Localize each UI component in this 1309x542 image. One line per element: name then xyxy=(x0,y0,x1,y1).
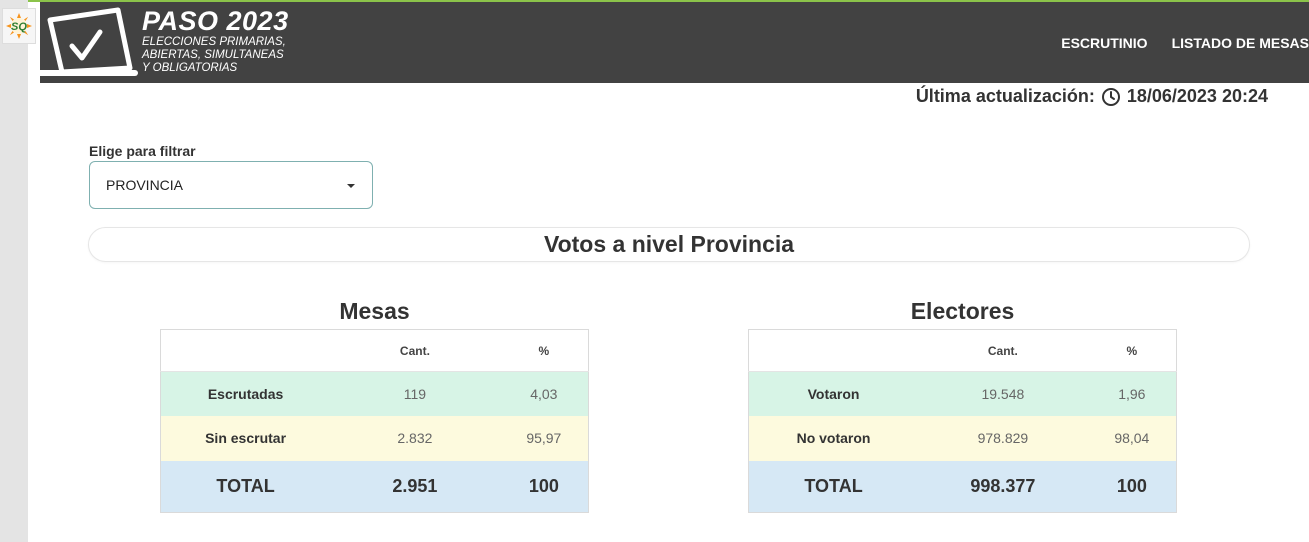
row-label: No votaron xyxy=(748,415,919,461)
table-row: Votaron 19.548 1,96 xyxy=(748,371,1177,416)
ballot-box-icon xyxy=(40,7,138,76)
row-pct: 100 xyxy=(1087,460,1177,513)
column-header xyxy=(748,329,919,372)
row-label: Votaron xyxy=(748,371,919,416)
chevron-down-icon xyxy=(347,184,355,188)
table-row: Sin escrutar 2.832 95,97 xyxy=(160,415,589,461)
row-cant: 2.832 xyxy=(330,415,500,461)
filter-select[interactable]: PROVINCIA xyxy=(89,161,373,209)
nav-listado-de-mesas[interactable]: LISTADO DE MESAS xyxy=(1172,35,1309,51)
row-pct: 1,96 xyxy=(1087,371,1177,416)
section-title-bar: Votos a nivel Provincia xyxy=(88,227,1250,262)
column-header-cant: Cant. xyxy=(918,329,1088,372)
table-header-row: Cant. % xyxy=(748,329,1177,372)
row-cant: 978.829 xyxy=(918,415,1088,461)
table-row: No votaron 978.829 98,04 xyxy=(748,415,1177,461)
svg-text:SQ: SQ xyxy=(11,21,27,33)
row-pct: 98,04 xyxy=(1087,415,1177,461)
site-header: PASO 2023 ELECCIONES PRIMARIAS, ABIERTAS… xyxy=(40,2,1309,83)
row-label: Sin escrutar xyxy=(160,415,331,461)
column-header-pct: % xyxy=(499,329,589,372)
row-pct: 100 xyxy=(499,460,589,513)
mesas-panel: Mesas Cant. % Escrutadas 119 4,03 Sin es… xyxy=(160,298,589,513)
electores-table: Cant. % Votaron 19.548 1,96 No votaron 9… xyxy=(748,329,1177,513)
mesas-table: Cant. % Escrutadas 119 4,03 Sin escrutar… xyxy=(160,329,589,513)
filter-selected-value: PROVINCIA xyxy=(106,177,184,193)
last-update-value: 18/06/2023 20:24 xyxy=(1126,86,1268,106)
table-row: Escrutadas 119 4,03 xyxy=(160,371,589,416)
row-label: Escrutadas xyxy=(160,371,331,416)
row-label: TOTAL xyxy=(160,460,331,513)
nav-escrutinio[interactable]: ESCRUTINIO xyxy=(1061,35,1147,51)
table-total-row: TOTAL 2.951 100 xyxy=(160,460,589,513)
brand-subtitle: ELECCIONES PRIMARIAS, ABIERTAS, SIMULTAN… xyxy=(142,36,286,74)
last-update: Última actualización: 18/06/2023 20:24 xyxy=(916,86,1268,107)
brand-logo[interactable]: PASO 2023 ELECCIONES PRIMARIAS, ABIERTAS… xyxy=(40,2,360,83)
main-nav: ESCRUTINIO LISTADO DE MESAS xyxy=(1061,35,1309,51)
row-pct: 95,97 xyxy=(499,415,589,461)
column-header-cant: Cant. xyxy=(330,329,500,372)
filter-label: Elige para filtrar xyxy=(89,143,196,159)
column-header xyxy=(160,329,331,372)
row-cant: 2.951 xyxy=(330,460,500,513)
column-header-pct: % xyxy=(1087,329,1177,372)
row-cant: 119 xyxy=(330,371,500,416)
row-pct: 4,03 xyxy=(499,371,589,416)
table-total-row: TOTAL 998.377 100 xyxy=(748,460,1177,513)
clock-icon xyxy=(1101,87,1120,106)
row-cant: 19.548 xyxy=(918,371,1088,416)
last-update-label: Última actualización: xyxy=(915,86,1095,106)
row-cant: 998.377 xyxy=(918,460,1088,513)
mesas-title: Mesas xyxy=(339,298,410,324)
electores-panel: Electores Cant. % Votaron 19.548 1,96 No… xyxy=(748,298,1177,513)
sun-logo-icon: SQ xyxy=(6,13,32,39)
row-label: TOTAL xyxy=(748,460,919,513)
left-side-strip xyxy=(0,0,28,542)
electores-title: Electores xyxy=(910,298,1015,324)
section-title: Votos a nivel Provincia xyxy=(543,231,795,257)
table-header-row: Cant. % xyxy=(160,329,589,372)
site-favicon[interactable]: SQ xyxy=(2,8,36,44)
brand-title: PASO 2023 xyxy=(142,6,289,36)
